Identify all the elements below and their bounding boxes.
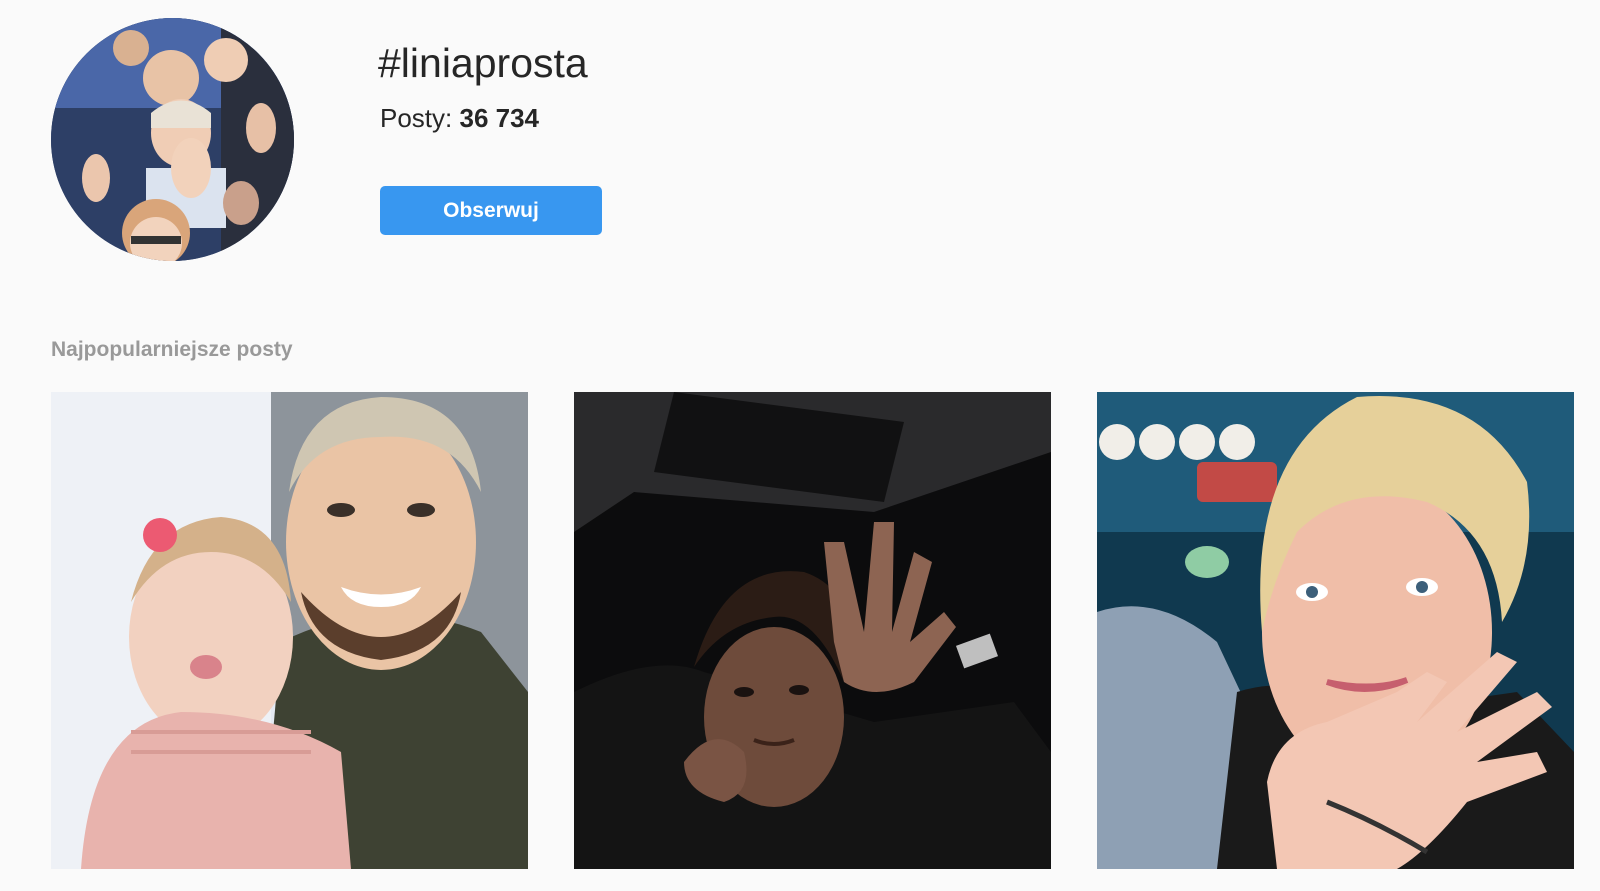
posts-count-label: Posty: <box>380 103 453 133</box>
post-thumbnail[interactable] <box>574 392 1051 869</box>
hashtag-page: #liniaprosta Posty: 36 734 Obserwuj Najp… <box>0 0 1600 891</box>
hashtag-title: #liniaprosta <box>378 40 588 86</box>
hashtag-avatar[interactable] <box>51 18 294 261</box>
posts-count-value: 36 734 <box>459 103 540 133</box>
photo-man-and-baby <box>51 392 528 869</box>
follow-button[interactable]: Obserwuj <box>380 186 602 235</box>
post-thumbnail[interactable] <box>51 392 528 869</box>
posts-count: Posty: 36 734 <box>380 102 539 134</box>
top-posts-heading: Najpopularniejsze posty <box>51 338 293 361</box>
photo-blonde-woman-waving <box>1097 392 1574 869</box>
post-thumbnail[interactable] <box>1097 392 1574 869</box>
avatar-photo <box>51 18 294 261</box>
photo-young-man-waving-dark <box>574 392 1051 869</box>
